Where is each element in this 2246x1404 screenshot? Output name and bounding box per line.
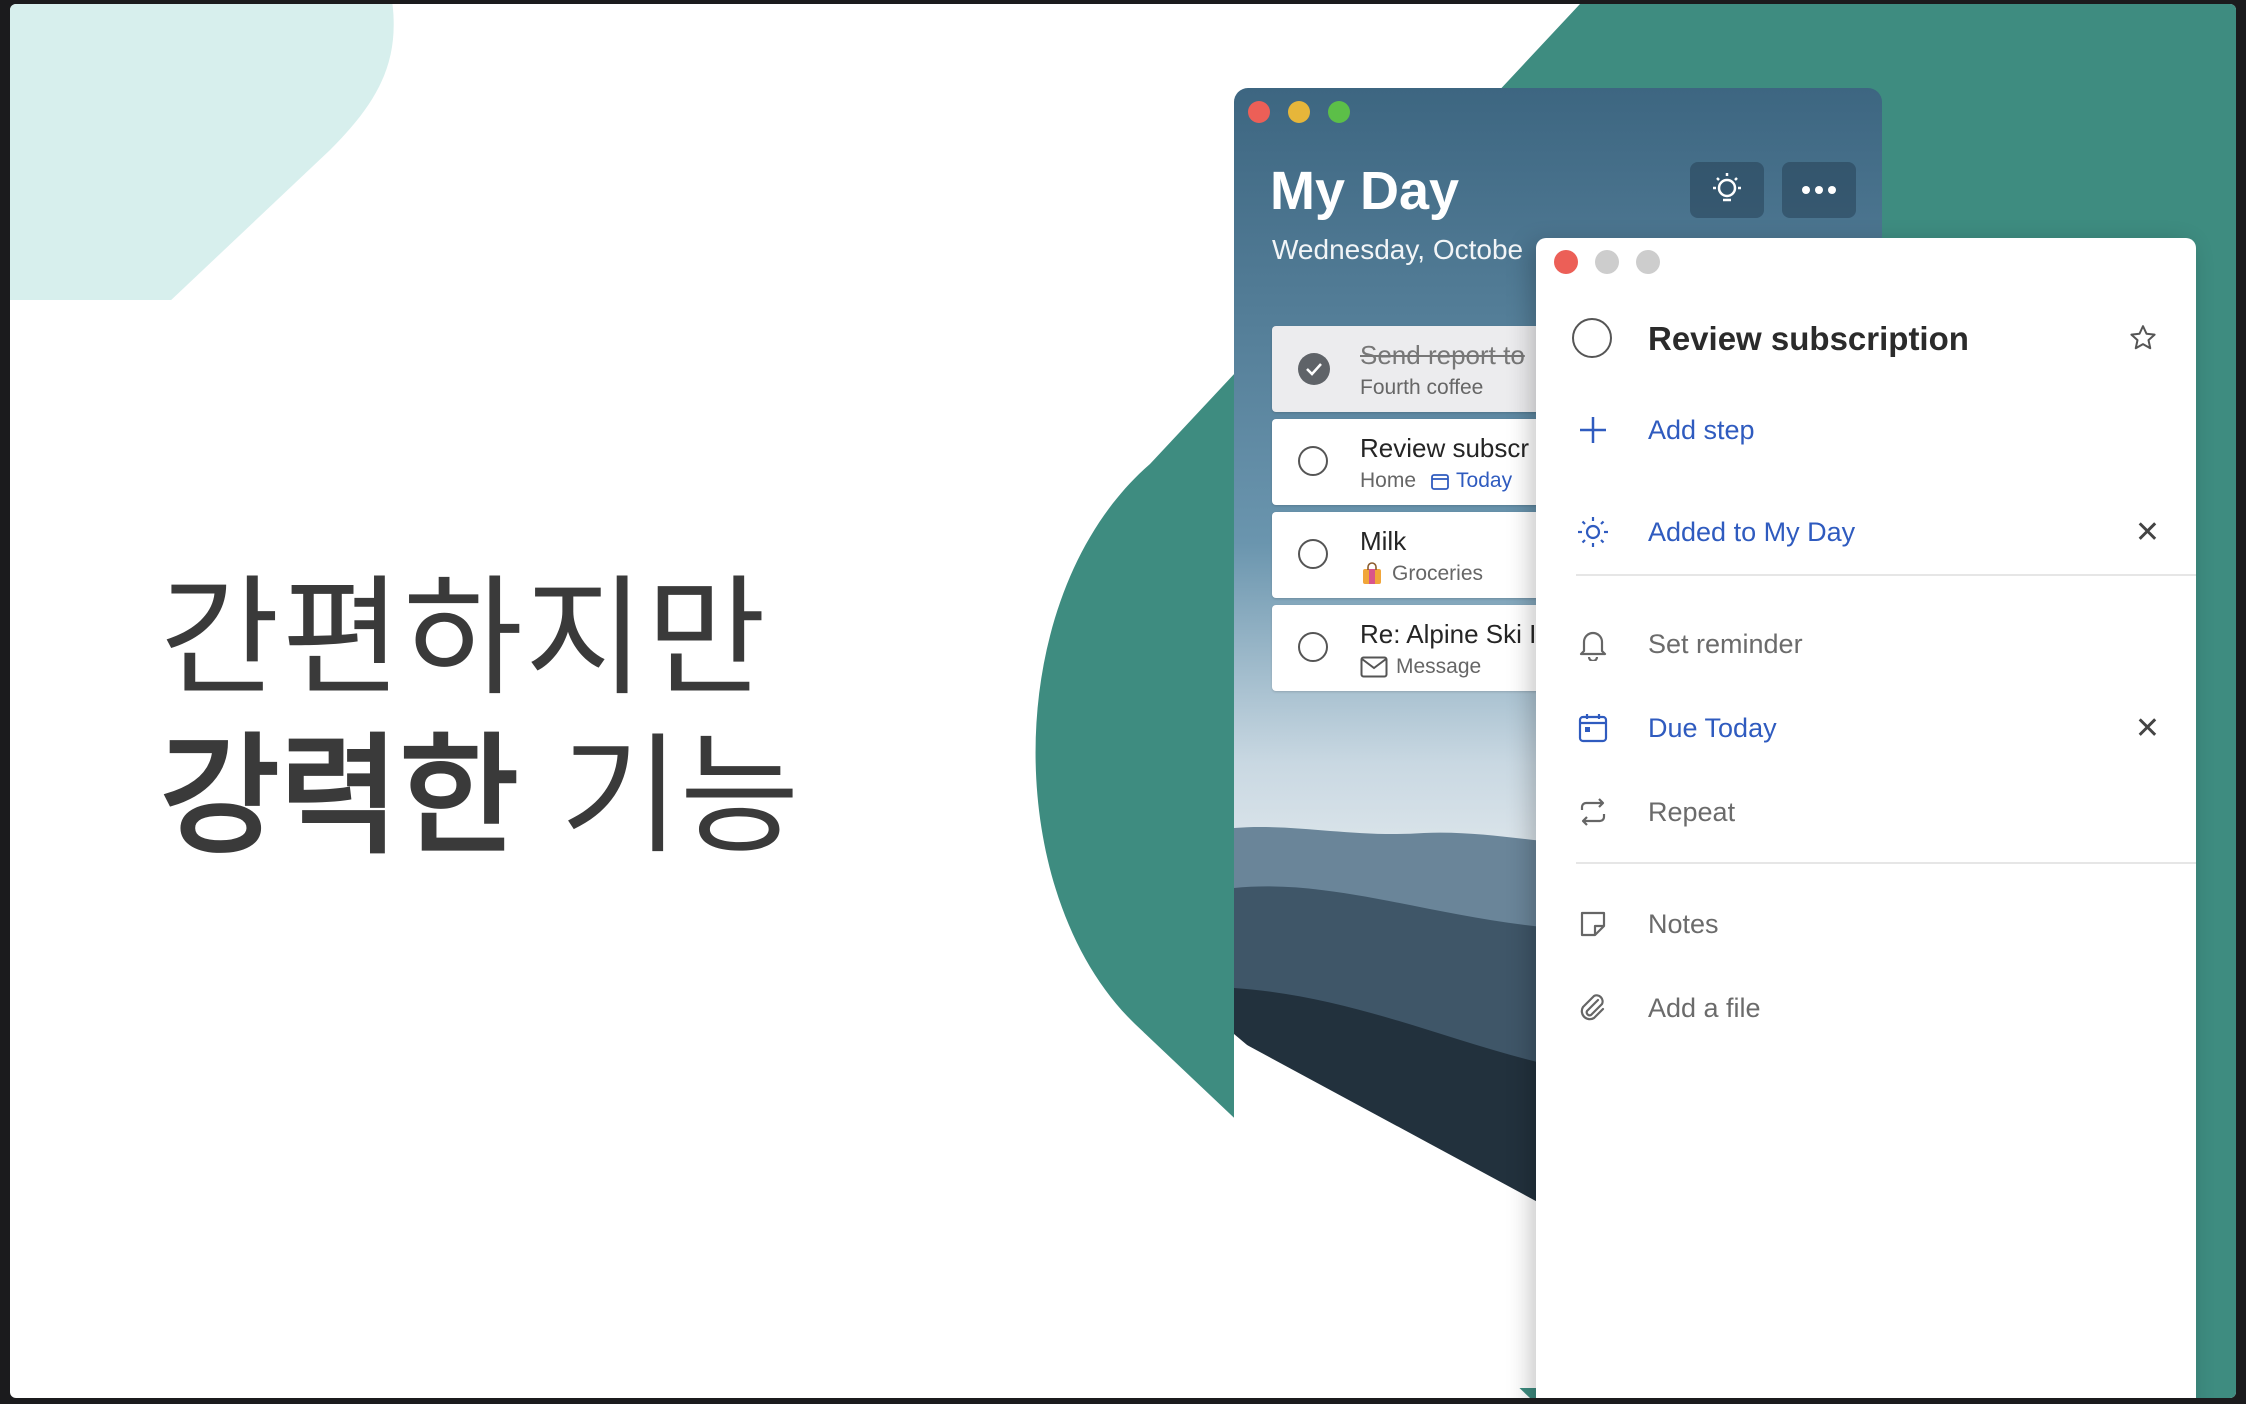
zoom-window-button[interactable]	[1328, 101, 1350, 123]
task-list-name: Groceries	[1392, 562, 1484, 585]
plus-icon	[1574, 411, 1612, 449]
reminder-label: Set reminder	[1648, 628, 1803, 659]
lightbulb-icon	[1713, 173, 1741, 202]
note-icon	[1574, 905, 1612, 943]
task-checkbox[interactable]	[1298, 446, 1328, 476]
my-day-label: Added to My Day	[1648, 516, 1856, 547]
more-options-button[interactable]	[1782, 162, 1856, 218]
bell-icon	[1574, 625, 1612, 663]
task-subtitle: Groceries	[1360, 562, 1483, 586]
task-list-name: Home	[1360, 469, 1417, 492]
divider	[1576, 862, 2196, 864]
task-title-field[interactable]: Review subscription	[1648, 320, 1969, 358]
remove-from-my-day-button[interactable]: ✕	[2135, 515, 2160, 550]
divider	[1576, 574, 2196, 576]
task-title: Send report to	[1360, 340, 1525, 370]
my-day-row[interactable]: Added to My Day ✕	[1536, 504, 2196, 560]
task-title: Review subscr	[1360, 433, 1530, 463]
repeat-icon	[1574, 793, 1612, 831]
task-title: Re: Alpine Ski I	[1360, 619, 1537, 649]
task-detail-window: Review subscription Add step Added to My…	[1536, 238, 2196, 1398]
promo-canvas: 간편하지만 강력한 기능 My Day Wednesday, Octobe Se…	[10, 4, 2236, 1398]
repeat-row[interactable]: Repeat	[1536, 784, 2196, 840]
mail-icon	[1360, 656, 1388, 678]
zoom-window-button[interactable]	[1636, 250, 1660, 274]
task-complete-checkbox[interactable]	[1572, 318, 1612, 358]
task-list-name: Fourth coffee	[1360, 376, 1484, 399]
minimize-window-button[interactable]	[1288, 101, 1310, 123]
notes-label: Notes	[1648, 908, 1719, 939]
list-title: My Day	[1270, 161, 1460, 221]
add-step-label: Add step	[1648, 414, 1755, 445]
task-checkbox[interactable]	[1298, 539, 1328, 569]
close-window-button[interactable]	[1554, 250, 1578, 274]
sun-icon	[1574, 513, 1612, 551]
add-file-label: Add a file	[1648, 992, 1761, 1023]
due-date-text: Today	[1456, 469, 1513, 492]
task-subtitle: Fourth coffee	[1360, 376, 1483, 400]
remove-due-date-button[interactable]: ✕	[2135, 711, 2160, 746]
headline: 간편하지만 강력한 기능	[160, 559, 799, 875]
calendar-icon	[1574, 709, 1612, 747]
shopping-bag-icon	[1363, 562, 1381, 584]
headline-light-word: 기능	[560, 720, 800, 872]
more-icon	[1802, 186, 1836, 194]
checkmark-icon	[1306, 363, 1322, 376]
headline-line-2: 강력한 기능	[160, 717, 799, 875]
task-list-name: Message	[1396, 655, 1482, 678]
due-date-label: Due Today	[1648, 712, 1777, 743]
task-subtitle: Home Today	[1360, 469, 1512, 493]
reminder-row[interactable]: Set reminder	[1536, 616, 2196, 672]
due-date-row[interactable]: Due Today ✕	[1536, 700, 2196, 756]
list-date: Wednesday, Octobe	[1272, 234, 1524, 265]
star-icon[interactable]	[2128, 323, 2158, 353]
task-checkbox[interactable]	[1298, 632, 1328, 662]
add-file-row[interactable]: Add a file	[1536, 980, 2196, 1036]
minimize-window-button[interactable]	[1595, 250, 1619, 274]
suggestions-button[interactable]	[1690, 162, 1764, 218]
task-subtitle: Message	[1360, 655, 1481, 679]
headline-line-1: 간편하지만	[160, 562, 769, 714]
close-window-button[interactable]	[1248, 101, 1270, 123]
task-title: Milk	[1360, 526, 1407, 556]
completed-checkbox[interactable]	[1298, 353, 1330, 385]
paperclip-icon	[1574, 989, 1612, 1027]
calendar-icon	[1431, 474, 1449, 490]
due-date-badge: Today	[1430, 469, 1512, 493]
notes-row[interactable]: Notes	[1536, 896, 2196, 952]
repeat-label: Repeat	[1648, 796, 1736, 827]
add-step-row[interactable]: Add step	[1536, 402, 2196, 458]
headline-bold-word: 강력한	[160, 720, 519, 872]
